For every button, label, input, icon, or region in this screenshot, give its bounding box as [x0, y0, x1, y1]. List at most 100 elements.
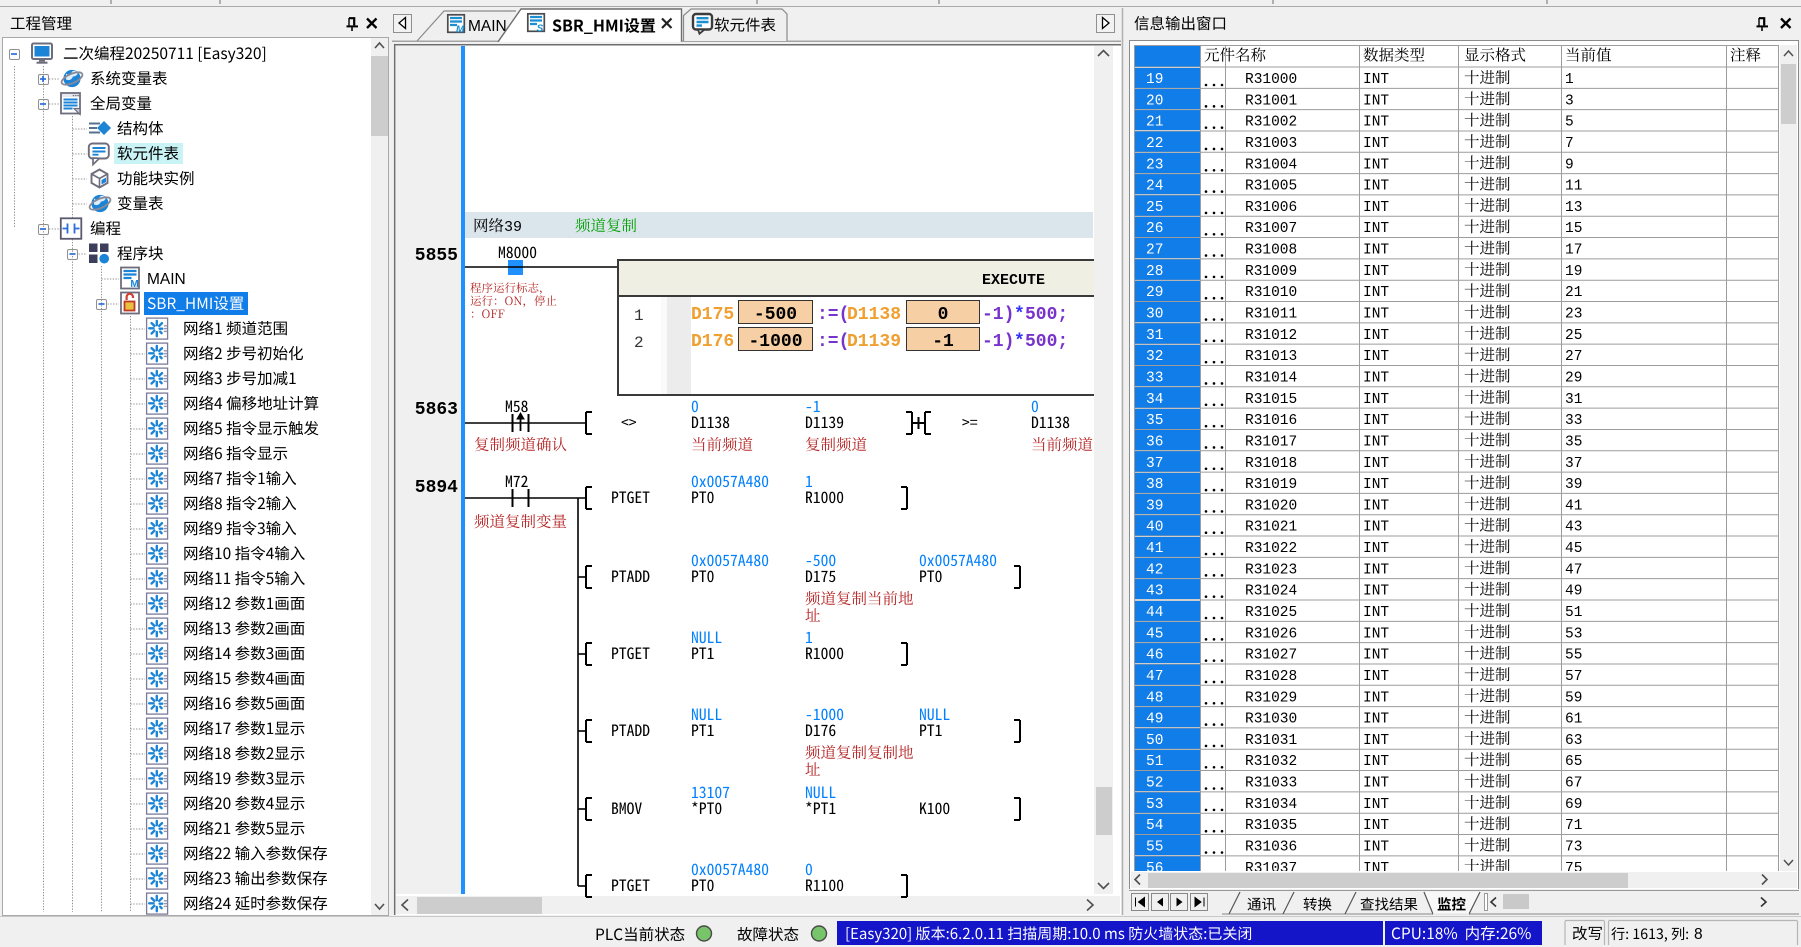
- svg-text:9: 9: [1565, 157, 1574, 173]
- svg-text:R31015: R31015: [1245, 392, 1297, 408]
- svg-text:MAIN: MAIN: [147, 271, 186, 288]
- svg-text:R31023: R31023: [1245, 562, 1297, 578]
- svg-text:52: 52: [1146, 776, 1163, 792]
- svg-text:48: 48: [1146, 690, 1163, 706]
- svg-text:INT: INT: [1363, 498, 1389, 514]
- svg-text:INT: INT: [1363, 520, 1389, 536]
- svg-text:S: S: [537, 24, 544, 35]
- svg-text:INT: INT: [1363, 818, 1389, 834]
- svg-text:R31000: R31000: [1245, 72, 1297, 88]
- svg-text:31: 31: [1565, 392, 1582, 408]
- svg-text:R31002: R31002: [1245, 115, 1297, 131]
- svg-text:R31024: R31024: [1245, 584, 1297, 600]
- svg-text:R31028: R31028: [1245, 669, 1297, 685]
- svg-text:65: 65: [1565, 754, 1582, 770]
- svg-text:INT: INT: [1363, 115, 1389, 131]
- svg-text:R31019: R31019: [1245, 477, 1297, 493]
- svg-text:49: 49: [1565, 584, 1582, 600]
- svg-text:23: 23: [1565, 307, 1582, 323]
- svg-text:7: 7: [1565, 136, 1574, 152]
- svg-text:0: 0: [938, 305, 949, 325]
- svg-text:INT: INT: [1363, 285, 1389, 301]
- svg-text:R31034: R31034: [1245, 797, 1297, 813]
- svg-text:59: 59: [1565, 690, 1582, 706]
- svg-text:31: 31: [1146, 328, 1163, 344]
- svg-text:71: 71: [1565, 818, 1582, 834]
- svg-text:35: 35: [1565, 434, 1582, 450]
- svg-text:500;: 500;: [1025, 305, 1068, 325]
- svg-text:R31007: R31007: [1245, 221, 1297, 237]
- svg-text:R31011: R31011: [1245, 307, 1297, 323]
- svg-text:11: 11: [1565, 179, 1582, 195]
- svg-text:INT: INT: [1363, 456, 1389, 472]
- svg-text:INT: INT: [1363, 605, 1389, 621]
- svg-text:1: 1: [634, 307, 644, 325]
- svg-text:D1138: D1138: [847, 305, 901, 325]
- svg-text:R31022: R31022: [1245, 541, 1297, 557]
- svg-text:25: 25: [1565, 328, 1582, 344]
- svg-text:33: 33: [1146, 370, 1163, 386]
- svg-text:INT: INT: [1363, 349, 1389, 365]
- svg-text:8: 8: [1694, 926, 1703, 943]
- svg-text:D1139: D1139: [847, 332, 901, 352]
- svg-text:INT: INT: [1363, 307, 1389, 323]
- svg-text:45: 45: [1146, 626, 1163, 642]
- svg-text:29: 29: [1146, 285, 1163, 301]
- svg-text:INT: INT: [1363, 93, 1389, 109]
- svg-text:30: 30: [1146, 307, 1163, 323]
- svg-text:19: 19: [1565, 264, 1582, 280]
- svg-text:61: 61: [1565, 712, 1582, 728]
- svg-text:INT: INT: [1363, 562, 1389, 578]
- svg-text:5863: 5863: [415, 400, 458, 420]
- svg-text:INT: INT: [1363, 776, 1389, 792]
- svg-text:43: 43: [1565, 520, 1582, 536]
- svg-text:47: 47: [1146, 669, 1163, 685]
- svg-text:23: 23: [1146, 157, 1163, 173]
- svg-text:53: 53: [1146, 797, 1163, 813]
- svg-text:INT: INT: [1363, 626, 1389, 642]
- svg-text:5: 5: [1565, 115, 1574, 131]
- svg-text:-1: -1: [932, 332, 954, 352]
- svg-text:R31014: R31014: [1245, 370, 1297, 386]
- svg-text:R31025: R31025: [1245, 605, 1297, 621]
- svg-text:R31031: R31031: [1245, 733, 1297, 749]
- svg-text:*: *: [1014, 332, 1025, 352]
- svg-text:INT: INT: [1363, 243, 1389, 259]
- svg-text:*: *: [1014, 305, 1025, 325]
- svg-text:1: 1: [1565, 72, 1574, 88]
- svg-text:-1): -1): [982, 305, 1014, 325]
- svg-text:INT: INT: [1363, 179, 1389, 195]
- svg-text:49: 49: [1146, 712, 1163, 728]
- svg-text:35: 35: [1146, 413, 1163, 429]
- svg-text:27: 27: [1565, 349, 1582, 365]
- svg-text:R31021: R31021: [1245, 520, 1297, 536]
- svg-text:20: 20: [1146, 93, 1163, 109]
- svg-text:R31032: R31032: [1245, 754, 1297, 770]
- svg-text:INT: INT: [1363, 434, 1389, 450]
- svg-text:5855: 5855: [415, 246, 458, 266]
- svg-text:39: 39: [1146, 498, 1163, 514]
- svg-text:47: 47: [1565, 562, 1582, 578]
- svg-text:R31010: R31010: [1245, 285, 1297, 301]
- svg-text:63: 63: [1565, 733, 1582, 749]
- svg-text:36: 36: [1146, 434, 1163, 450]
- svg-text:44: 44: [1146, 605, 1163, 621]
- svg-text:-1000: -1000: [748, 332, 802, 352]
- svg-text:69: 69: [1565, 797, 1582, 813]
- svg-text:56: 56: [1146, 861, 1163, 877]
- svg-text:54: 54: [1146, 818, 1163, 834]
- svg-text:D176: D176: [691, 332, 734, 352]
- svg-text:R31029: R31029: [1245, 690, 1297, 706]
- svg-text:INT: INT: [1363, 136, 1389, 152]
- svg-text:67: 67: [1565, 776, 1582, 792]
- svg-text:27: 27: [1146, 243, 1163, 259]
- svg-text::=(: :=(: [817, 332, 849, 352]
- svg-text:INT: INT: [1363, 840, 1389, 856]
- svg-text:38: 38: [1146, 477, 1163, 493]
- svg-text:41: 41: [1146, 541, 1163, 557]
- svg-text:37: 37: [1565, 456, 1582, 472]
- svg-text:R31030: R31030: [1245, 712, 1297, 728]
- svg-text:R31013: R31013: [1245, 349, 1297, 365]
- svg-text:R31006: R31006: [1245, 200, 1297, 216]
- svg-text:24: 24: [1146, 179, 1163, 195]
